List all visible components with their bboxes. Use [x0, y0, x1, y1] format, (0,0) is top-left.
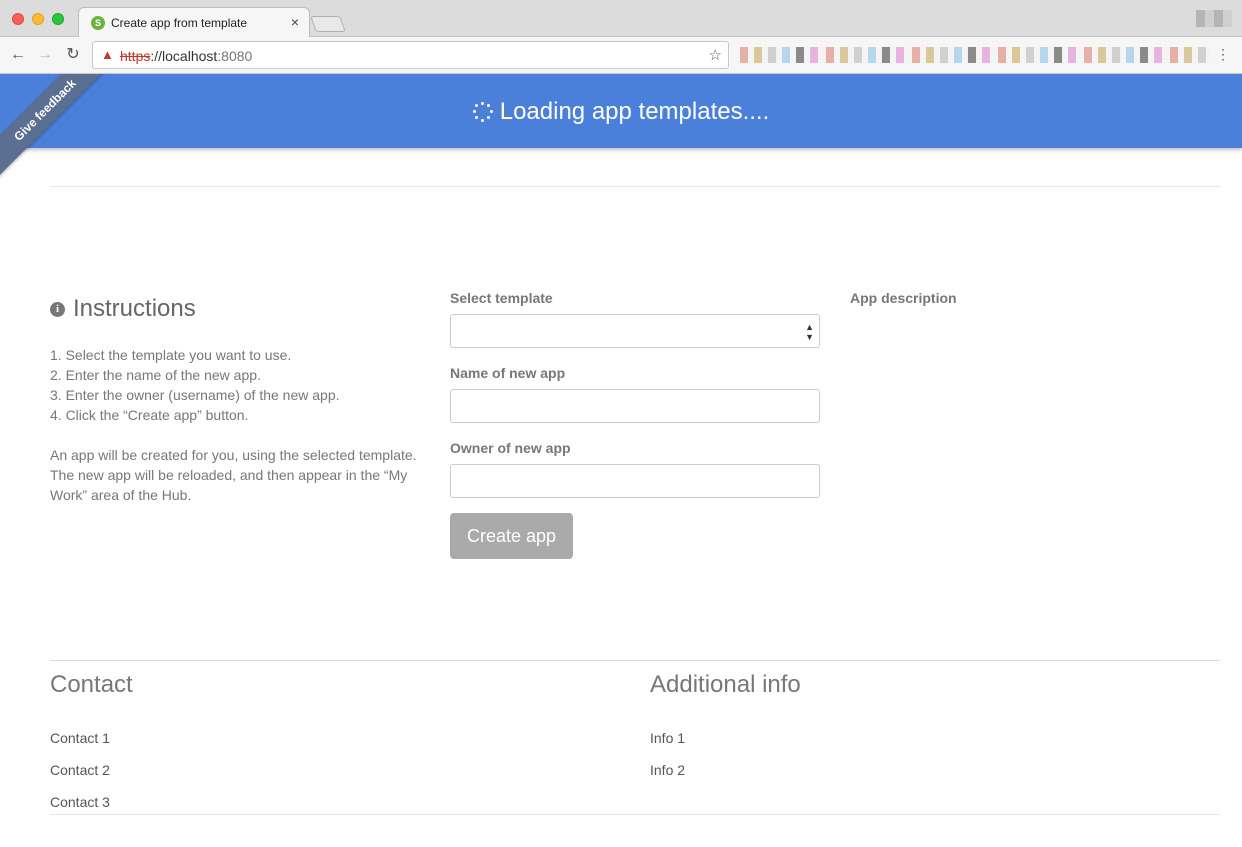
contact-item[interactable]: Contact 2 [50, 754, 450, 786]
app-owner-input[interactable] [450, 464, 820, 498]
contact-item[interactable]: Contact 1 [50, 722, 450, 754]
browser-menu-icon[interactable]: ⋮ [1216, 46, 1230, 63]
template-label: Select template [450, 290, 553, 306]
instruction-step: 3. Enter the owner (username) of the new… [50, 387, 340, 403]
app-description-label: App description [850, 290, 957, 306]
back-arrow-icon[interactable]: ← [8, 45, 28, 65]
loading-banner: Loading app templates.... [0, 74, 1242, 148]
contact-section: Contact Contact 1 Contact 2 Contact 3 [50, 671, 450, 818]
contact-title: Contact [50, 671, 133, 698]
instructions-title: Instructions [73, 295, 196, 322]
warning-icon[interactable]: ▲ [101, 47, 114, 62]
instructions-list: 1. Select the template you want to use. … [50, 345, 430, 425]
maximize-window-button[interactable] [52, 13, 64, 25]
additional-info-section: Additional info Info 1 Info 2 [650, 671, 1050, 786]
extension-icons[interactable] [740, 47, 1210, 63]
create-app-button[interactable]: Create app [450, 513, 573, 559]
template-select[interactable]: ▲ ▼ [450, 314, 820, 348]
instructions-paragraph: An app will be created for you, using th… [50, 447, 417, 503]
app-name-input[interactable] [450, 389, 820, 423]
browser-toolbar: ← → ↻ ▲ https://localhost:8080 ☆ ⋮ [0, 37, 1242, 74]
instruction-step: 4. Click the “Create app” button. [50, 407, 249, 423]
info-icon: i [50, 301, 65, 317]
footer-divider [50, 660, 1220, 661]
tab-close-icon[interactable]: × [291, 14, 299, 30]
favicon-icon: S [91, 16, 105, 30]
app-name-label: Name of new app [450, 365, 566, 381]
instructions-panel: i Instructions 1. Select the template yo… [50, 295, 430, 505]
new-tab-button[interactable] [310, 16, 346, 32]
browser-tab-bar: S Create app from template × [0, 0, 1242, 38]
header-divider [50, 186, 1220, 187]
minimize-window-button[interactable] [32, 13, 44, 25]
give-feedback-ribbon[interactable]: Give feedback [0, 74, 110, 181]
info-item[interactable]: Info 2 [650, 754, 1050, 786]
loading-message: Loading app templates.... [499, 98, 770, 125]
create-app-form: Select template ▲ ▼ Name of new app Owner… [450, 290, 820, 559]
bookmark-star-icon[interactable]: ☆ [709, 46, 722, 64]
reload-icon[interactable]: ↻ [63, 45, 83, 65]
app-owner-label: Owner of new app [450, 440, 571, 456]
spinner-icon [472, 102, 493, 122]
instruction-step: 2. Enter the name of the new app. [50, 367, 261, 383]
feedback-ribbon-container: Give feedback [0, 74, 110, 184]
browser-tab[interactable]: S Create app from template × [78, 7, 310, 38]
select-arrows-icon: ▲ ▼ [805, 322, 814, 342]
tab-title: Create app from template [111, 16, 248, 30]
forward-arrow-icon[interactable]: → [35, 45, 55, 65]
bottom-divider [50, 814, 1220, 815]
info-item[interactable]: Info 1 [650, 722, 1050, 754]
address-bar[interactable]: ▲ https://localhost:8080 ☆ [92, 41, 729, 69]
url-text[interactable]: https://localhost:8080 [120, 48, 252, 64]
instruction-step: 1. Select the template you want to use. [50, 347, 292, 363]
additional-info-title: Additional info [650, 671, 801, 698]
close-window-button[interactable] [12, 13, 24, 25]
profile-avatar[interactable] [1196, 10, 1232, 27]
